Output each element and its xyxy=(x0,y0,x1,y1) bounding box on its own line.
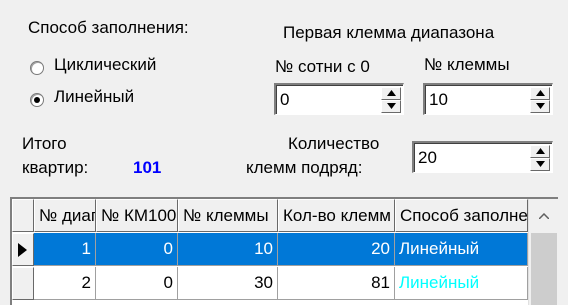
arrow-up-icon xyxy=(387,90,396,96)
terminal-number-input[interactable]: 10 xyxy=(429,90,448,110)
radio-selected-dot xyxy=(34,97,40,103)
total-label-line1: Итого xyxy=(22,134,67,153)
hundred-spin-up-button[interactable] xyxy=(381,87,401,100)
arrow-down-icon xyxy=(536,161,545,167)
table-row[interactable]: 2 0 30 81 Линейный xyxy=(12,267,528,300)
terminal-count-spinner[interactable]: 20 xyxy=(412,141,553,173)
vertical-scrollbar[interactable] xyxy=(528,199,558,305)
column-header-mode[interactable]: Способ заполнения xyxy=(395,199,528,232)
arrow-up-icon xyxy=(536,90,545,96)
current-row-arrow-icon xyxy=(18,243,27,257)
table-row[interactable]: 1 0 10 20 Линейный xyxy=(12,233,528,266)
terminal-number-spinner[interactable]: 10 xyxy=(423,83,553,115)
total-value: 101 xyxy=(133,158,162,177)
cell-range[interactable]: 1 xyxy=(34,233,96,266)
first-terminal-label: Первая клемма диапазона xyxy=(283,23,495,42)
cell-mode[interactable]: Линейный xyxy=(395,267,528,300)
header-indicator-cell xyxy=(12,199,34,232)
hundred-spin-down-button[interactable] xyxy=(381,100,401,113)
arrow-down-icon xyxy=(387,103,396,109)
terminal-count-label-line1: Количество xyxy=(288,134,380,153)
terminal-count-input[interactable]: 20 xyxy=(418,148,437,168)
total-label-line2: квартир: xyxy=(22,158,89,177)
arrow-down-icon xyxy=(536,103,545,109)
cell-count[interactable]: 20 xyxy=(278,233,395,266)
cell-km[interactable]: 0 xyxy=(96,267,178,300)
cell-count[interactable]: 81 xyxy=(278,267,395,300)
cell-km[interactable]: 0 xyxy=(96,233,178,266)
column-header-range[interactable]: № диапазона xyxy=(34,199,96,232)
terminal-count-label-line2: клемм подряд: xyxy=(246,158,363,177)
terminal-spin-down-button[interactable] xyxy=(530,100,550,113)
radio-cyclic-label[interactable]: Циклический xyxy=(54,55,156,75)
table-header-row: № диапазона № КМ100 № клеммы Кол-во клем… xyxy=(12,199,528,232)
column-header-terminal[interactable]: № клеммы xyxy=(178,199,278,232)
radio-cyclic-button[interactable] xyxy=(30,61,44,75)
cell-range[interactable]: 2 xyxy=(34,267,96,300)
cell-terminal[interactable]: 30 xyxy=(178,267,278,300)
terminal-number-label: № клеммы xyxy=(424,55,510,74)
chevron-up-icon xyxy=(539,213,549,219)
cell-terminal[interactable]: 10 xyxy=(178,233,278,266)
count-spin-down-button[interactable] xyxy=(530,158,550,171)
fill-mode-label: Способ заполнения: xyxy=(28,18,189,37)
hundred-spinner[interactable]: 0 xyxy=(274,83,404,115)
radio-linear-label[interactable]: Линейный xyxy=(54,87,134,107)
column-header-km[interactable]: № КМ100 xyxy=(96,199,178,232)
terminal-spin-up-button[interactable] xyxy=(530,87,550,100)
scroll-up-button[interactable] xyxy=(529,199,558,232)
row-indicator[interactable] xyxy=(12,267,34,300)
row-indicator[interactable] xyxy=(12,233,34,266)
cell-mode[interactable]: Линейный xyxy=(395,233,528,266)
scroll-thumb[interactable] xyxy=(531,233,557,305)
hundred-input[interactable]: 0 xyxy=(280,90,289,110)
count-spin-up-button[interactable] xyxy=(530,145,550,158)
arrow-up-icon xyxy=(536,148,545,154)
radio-linear-button[interactable] xyxy=(30,93,44,107)
hundred-label: № сотни с 0 xyxy=(275,57,370,76)
ranges-table[interactable]: № диапазона № КМ100 № клеммы Кол-во клем… xyxy=(10,197,558,305)
column-header-count[interactable]: Кол-во клемм xyxy=(278,199,395,232)
